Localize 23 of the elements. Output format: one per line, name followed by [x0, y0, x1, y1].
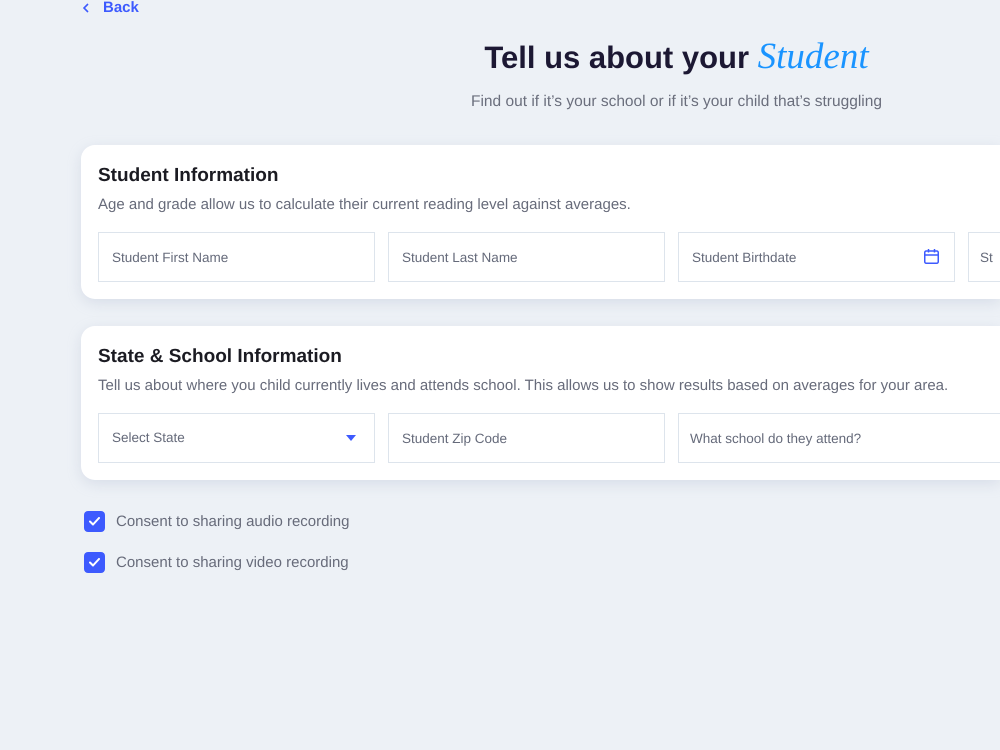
- date-field[interactable]: Student Birthdate: [678, 232, 955, 282]
- text-field[interactable]: St: [968, 232, 1000, 282]
- state-select[interactable]: Select State: [98, 413, 375, 463]
- section-title: Student Information: [98, 164, 278, 188]
- consent-checkbox[interactable]: [84, 552, 105, 573]
- tick-icon: [89, 517, 100, 526]
- consent-checkbox[interactable]: [84, 511, 105, 532]
- text-field[interactable]: What school do they attend?: [678, 413, 1000, 463]
- tick-icon: [89, 558, 100, 567]
- page-subtitle: Find out if it’s your school or if it’s your child that’s struggling: [471, 92, 882, 112]
- page-title: Tell us about your Student: [484, 37, 869, 78]
- text-field[interactable]: Student First Name: [98, 232, 375, 282]
- back-link[interactable]: Back: [81, 0, 139, 15]
- section-description: Age and grade allow us to calculate their current reading level against averages.: [98, 195, 631, 215]
- section-title: State & School Information: [98, 345, 342, 369]
- text-field[interactable]: Student Last Name: [388, 232, 665, 282]
- calendar-icon: [924, 249, 939, 264]
- caret-icon: [346, 435, 356, 441]
- text-field[interactable]: Student Zip Code: [388, 413, 665, 463]
- section-description: Tell us about where you child currently lives and attends school. This allows us to show results based on averages for your area.: [98, 376, 948, 396]
- consent-label: Consent to sharing audio recording: [116, 512, 350, 532]
- consent-label: Consent to sharing video recording: [116, 552, 349, 572]
- chevron-left-icon: [83, 2, 89, 12]
